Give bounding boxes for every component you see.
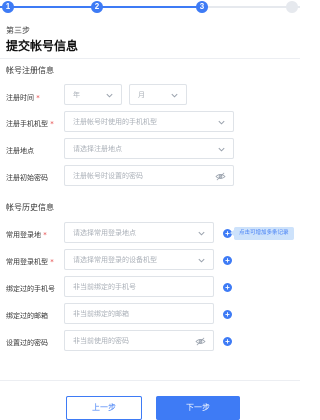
- add-record-tooltip: 点击可增加多条记录: [230, 227, 294, 240]
- reg-phone-select[interactable]: 注册帐号时使用的手机机型: [64, 111, 234, 132]
- divider: [0, 58, 300, 59]
- prev-step-button[interactable]: 上一步: [66, 396, 142, 420]
- used-password-placeholder: 非当前使用的密码: [73, 337, 129, 345]
- eye-hidden-icon[interactable]: [195, 337, 206, 346]
- used-password-input[interactable]: 非当前使用的密码: [64, 330, 214, 351]
- initial-password-input[interactable]: 注册帐号时设置的密码: [64, 165, 234, 186]
- required-mark: *: [36, 94, 40, 102]
- reg-phone-placeholder: 注册帐号时使用的手机机型: [73, 118, 157, 126]
- next-step-button[interactable]: 下一步: [156, 396, 240, 420]
- bound-phone-label: 绑定过的手机号: [6, 285, 55, 293]
- chevron-down-icon: [171, 93, 178, 98]
- step-3: 3: [196, 1, 208, 13]
- add-login-device-button[interactable]: +: [223, 256, 232, 265]
- bound-phone-input[interactable]: 非当前绑定的手机号: [64, 276, 214, 297]
- reg-location-placeholder: 请选择注册地点: [73, 145, 122, 153]
- progress-stepper: 1 2 3: [0, 0, 300, 14]
- bound-email-label: 绑定过的邮箱: [6, 312, 48, 320]
- reg-month-select[interactable]: 月: [129, 84, 187, 105]
- login-device-label: 常用登录机型 *: [6, 257, 54, 267]
- login-location-select[interactable]: 请选择常用登录地点: [64, 222, 214, 243]
- page-title: 提交帐号信息: [6, 39, 79, 53]
- bound-phone-placeholder: 非当前绑定的手机号: [73, 283, 136, 291]
- eye-hidden-icon[interactable]: [215, 172, 226, 181]
- chevron-down-icon: [218, 120, 225, 125]
- bound-email-placeholder: 非当前绑定的邮箱: [73, 310, 129, 318]
- section-title-history: 帐号历史信息: [6, 203, 54, 212]
- required-mark: *: [50, 258, 54, 266]
- section-title-registration: 帐号注册信息: [6, 66, 54, 75]
- add-used-password-button[interactable]: +: [223, 337, 232, 346]
- chevron-down-icon: [106, 93, 113, 98]
- add-bound-phone-button[interactable]: +: [223, 283, 232, 292]
- bound-email-input[interactable]: 非当前绑定的邮箱: [64, 303, 214, 324]
- chevron-down-icon: [198, 231, 205, 236]
- chevron-down-icon: [218, 147, 225, 152]
- add-bound-email-button[interactable]: +: [223, 310, 232, 319]
- step-1: 1: [2, 1, 14, 13]
- initial-password-placeholder: 注册帐号时设置的密码: [73, 172, 143, 180]
- login-device-select[interactable]: 请选择常用登录的设备机型: [64, 249, 214, 270]
- chevron-down-icon: [198, 258, 205, 263]
- used-password-label: 设置过的密码: [6, 339, 48, 347]
- initial-password-label: 注册初始密码: [6, 174, 48, 182]
- reg-time-label: 注册时间 *: [6, 93, 40, 103]
- login-device-label-text: 常用登录机型: [6, 258, 48, 266]
- step-number: 第三步: [6, 26, 30, 35]
- reg-phone-label: 注册手机机型 *: [6, 119, 54, 129]
- login-location-label-text: 常用登录地: [6, 231, 41, 239]
- reg-location-label: 注册地点: [6, 147, 34, 155]
- footer-divider: [0, 380, 300, 381]
- reg-location-select[interactable]: 请选择注册地点: [64, 138, 234, 159]
- reg-phone-label-text: 注册手机机型: [6, 120, 48, 128]
- step-2: 2: [91, 1, 103, 13]
- required-mark: *: [50, 120, 54, 128]
- step-4: [286, 1, 298, 13]
- reg-month-placeholder: 月: [138, 91, 145, 99]
- reg-time-label-text: 注册时间: [6, 94, 34, 102]
- login-location-label: 常用登录地 *: [6, 230, 47, 240]
- reg-year-placeholder: 年: [73, 91, 80, 99]
- required-mark: *: [43, 231, 47, 239]
- reg-year-select[interactable]: 年: [64, 84, 122, 105]
- login-device-placeholder: 请选择常用登录的设备机型: [73, 256, 157, 264]
- login-location-placeholder: 请选择常用登录地点: [73, 229, 136, 237]
